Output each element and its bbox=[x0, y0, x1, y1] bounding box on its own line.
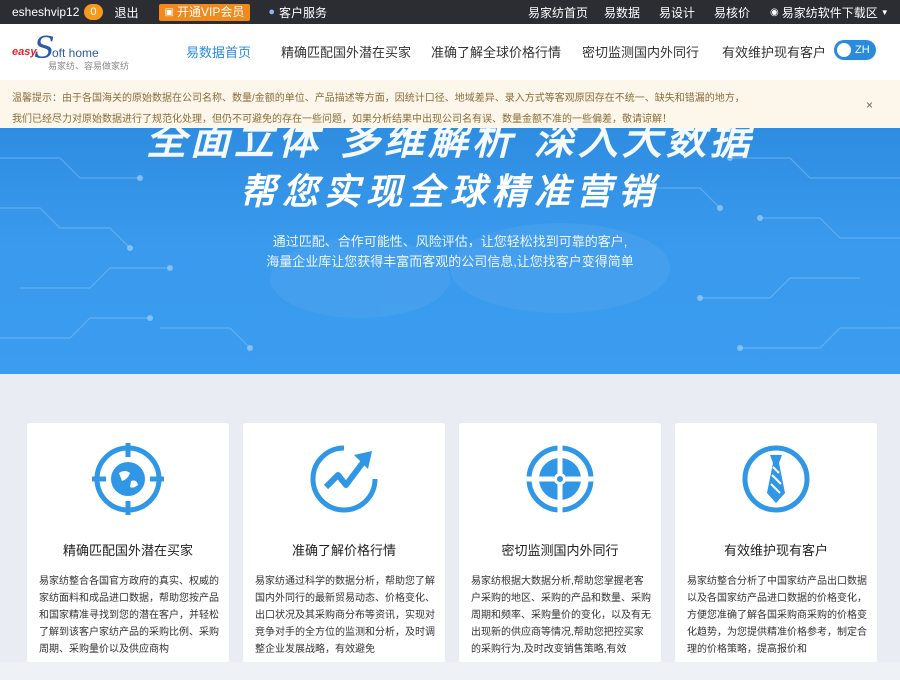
close-icon[interactable]: × bbox=[866, 98, 873, 112]
top-bar: esheshvip12 0 退出 ▣ 开通VIP会员 ● 客户服务 易家纺首页 易数… bbox=[0, 0, 900, 24]
page-bottom-strip bbox=[0, 662, 900, 680]
vip-icon: ▣ bbox=[164, 6, 174, 18]
notice-line-1: 温馨提示：由于各国海关的原始数据在公司名称、数量/金额的单位、产品描述等方面，因… bbox=[12, 93, 745, 104]
language-toggle[interactable]: ZH bbox=[834, 40, 876, 60]
logo-easy: easy bbox=[12, 46, 37, 58]
logo-oft-home: oft home bbox=[52, 46, 99, 60]
card-title: 准确了解价格行情 bbox=[291, 543, 396, 558]
feature-card-match-buyers[interactable]: 精确匹配国外潜在买家 易家纺整合各国官方政府的真实、权威的家纺面料和成品进口数据… bbox=[27, 423, 229, 680]
language-toggle-label: ZH bbox=[855, 44, 870, 56]
customer-service-label: 客户服务 bbox=[278, 5, 327, 20]
card-description: 易家纺整合各国官方政府的真实、权威的家纺面料和成品进口数据，帮助您按产品和国家精… bbox=[39, 576, 219, 655]
top-link-pricing[interactable]: 易核价 bbox=[714, 4, 750, 21]
caret-down-icon: ▼ bbox=[880, 7, 889, 17]
top-bar-left: esheshvip12 0 退出 ▣ 开通VIP会员 ● 客户服务 bbox=[12, 0, 327, 24]
customer-service-link[interactable]: ● 客户服务 bbox=[268, 4, 327, 21]
top-link-data[interactable]: 易数据 bbox=[604, 4, 640, 21]
banner-headline-top: 全面立体 多维解析 深入大数据 bbox=[146, 128, 754, 164]
nav-item-global-prices[interactable]: 准确了解全球价格行情 bbox=[431, 42, 561, 61]
software-download-label: 易家纺软件下载区 bbox=[781, 5, 878, 20]
hero-banner: 全面立体 多维解析 深入大数据 帮您实现全球精准营销 通过匹配、合作可能性、风险… bbox=[0, 128, 900, 374]
tie-icon bbox=[742, 445, 810, 513]
nav-item-data-home[interactable]: 易数据首页 bbox=[186, 42, 251, 61]
download-icon: ◉ bbox=[770, 6, 779, 18]
banner-subtitle-1: 通过匹配、合作可能性、风险评估，让您轻松找到可靠的客户, bbox=[272, 234, 628, 249]
notice-line-2: 我们已经尽力对原始数据进行了规范化处理，但仍不可避免的存在一些问题，如果分析结果… bbox=[12, 114, 672, 125]
open-vip-label: 开通VIP会员 bbox=[176, 4, 245, 19]
username[interactable]: esheshvip12 bbox=[12, 5, 79, 19]
main-nav: easy S oft home 易家纺、容易做家纺 易数据首页 精确匹配国外潜在… bbox=[0, 24, 900, 80]
crosshair-icon bbox=[526, 445, 594, 513]
card-description: 易家纺通过科学的数据分析，帮助您了解国内外同行的最新贸易动态、价格变化、出口状况… bbox=[255, 576, 435, 655]
banner-headline: 帮您实现全球精准营销 bbox=[239, 171, 660, 213]
open-vip-button[interactable]: ▣ 开通VIP会员 bbox=[158, 3, 251, 21]
logo[interactable]: easy S oft home 易家纺、容易做家纺 bbox=[12, 33, 129, 73]
feature-card-price-trends[interactable]: 准确了解价格行情 易家纺通过科学的数据分析，帮助您了解国内外同行的最新贸易动态、… bbox=[243, 423, 445, 680]
software-download-dropdown[interactable]: ◉ 易家纺软件下载区 ▼ bbox=[770, 4, 889, 21]
top-link-design[interactable]: 易设计 bbox=[659, 4, 695, 21]
card-title: 精确匹配国外潜在买家 bbox=[62, 543, 193, 558]
feature-card-monitor-peers[interactable]: 密切监测国内外同行 易家纺根据大数据分析,帮助您掌握老客户采购的地区、采购的产品… bbox=[459, 423, 661, 680]
card-description: 易家纺整合分析了中国家纺产品出口数据以及各国家纺产品进口数据的价格变化，方便您准… bbox=[687, 576, 867, 655]
notice-banner: 温馨提示：由于各国海关的原始数据在公司名称、数量/金额的单位、产品描述等方面，因… bbox=[0, 80, 900, 128]
toggle-knob bbox=[837, 43, 851, 57]
card-description: 易家纺根据大数据分析,帮助您掌握老客户采购的地区、采购的产品和数量、采购周期和频… bbox=[471, 576, 651, 655]
feature-card-maintain-customers[interactable]: 有效维护现有客户 易家纺整合分析了中国家纺产品出口数据以及各国家纺产品进口数据的… bbox=[675, 423, 877, 680]
card-title: 密切监测国内外同行 bbox=[501, 543, 619, 558]
nav-item-match-buyers[interactable]: 精确匹配国外潜在买家 bbox=[281, 42, 411, 61]
top-link-home[interactable]: 易家纺首页 bbox=[528, 4, 588, 21]
logo-slogan: 易家纺、容易做家纺 bbox=[48, 61, 130, 71]
user-icon: ● bbox=[268, 6, 275, 18]
card-title: 有效维护现有客户 bbox=[723, 543, 828, 558]
message-count-badge[interactable]: 0 bbox=[84, 4, 103, 20]
logout-link[interactable]: 退出 bbox=[115, 4, 139, 21]
globe-target-icon bbox=[92, 443, 164, 515]
nav-item-maintain-customers[interactable]: 有效维护现有客户 bbox=[722, 42, 826, 61]
nav-item-monitor-peers[interactable]: 密切监测国内外同行 bbox=[582, 42, 699, 61]
banner-subtitle-2: 海量企业库让您获得丰富而客观的公司信息,让您找客户变得简单 bbox=[266, 254, 634, 269]
trend-chart-icon bbox=[310, 445, 378, 513]
